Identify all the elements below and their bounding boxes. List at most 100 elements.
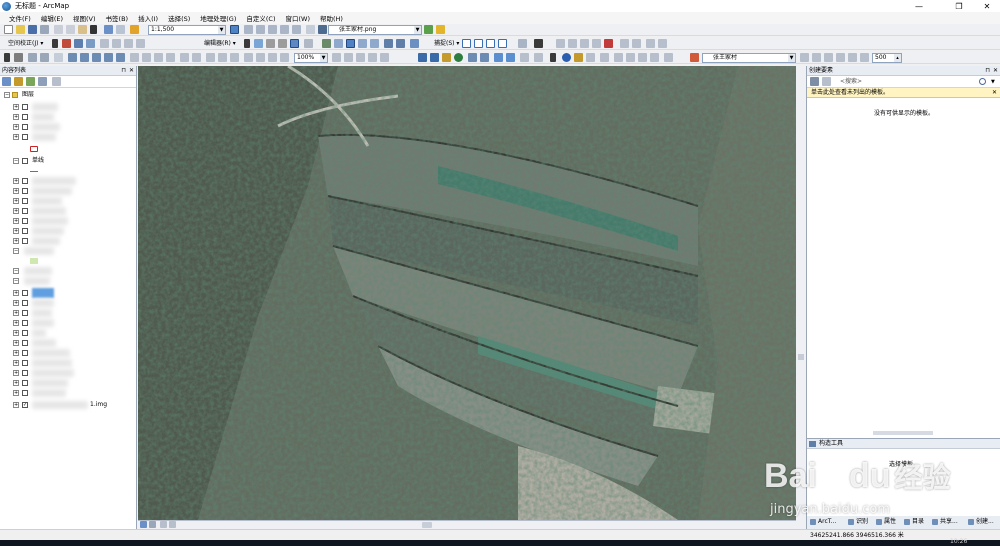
menu-windows[interactable]: 窗口(W): [281, 13, 316, 23]
page-icon[interactable]: [206, 53, 215, 62]
new-document-icon[interactable]: [4, 25, 13, 34]
layer-checkbox[interactable]: [22, 330, 28, 336]
menu-bookmarks[interactable]: 书签(B): [101, 13, 134, 23]
fixed-zoom-out-icon[interactable]: [480, 53, 489, 62]
collapse-icon[interactable]: −: [13, 158, 19, 164]
point-icon[interactable]: [304, 39, 313, 48]
page-width-icon[interactable]: [218, 53, 227, 62]
menu-help[interactable]: 帮助(H): [315, 13, 348, 23]
expand-icon[interactable]: +: [13, 340, 19, 346]
template-search-input[interactable]: <搜索>: [840, 77, 862, 87]
expand-icon[interactable]: +: [13, 380, 19, 386]
expand-icon[interactable]: +: [13, 228, 19, 234]
chevron-down-icon[interactable]: ▼: [991, 77, 995, 87]
create-features-icon[interactable]: [410, 39, 419, 48]
layer-checkbox[interactable]: [22, 208, 28, 214]
distribute-icon[interactable]: [154, 53, 163, 62]
minimize-button[interactable]: —: [906, 0, 932, 12]
previous-extent-icon[interactable]: [494, 53, 503, 62]
layout-extra-icon[interactable]: [380, 53, 389, 62]
expand-icon[interactable]: +: [13, 134, 19, 140]
cut-icon[interactable]: [54, 25, 63, 34]
edit-tool-icon[interactable]: [244, 39, 250, 48]
close-icon[interactable]: ✕: [993, 66, 998, 76]
list-item[interactable]: +: [0, 308, 136, 318]
search-window-icon[interactable]: [268, 25, 277, 34]
georef-layer-combo[interactable]: 张王家村.png ▼: [328, 25, 422, 35]
list-item[interactable]: +: [0, 358, 136, 368]
grid-icon[interactable]: [112, 39, 121, 48]
focus-icon[interactable]: [54, 53, 63, 62]
list-item[interactable]: +: [0, 298, 136, 308]
menu-customize[interactable]: 自定义(C): [241, 13, 280, 23]
layout-grid-icon[interactable]: [130, 53, 139, 62]
expand-icon[interactable]: +: [13, 360, 19, 366]
list-item[interactable]: −: [0, 266, 136, 276]
horizontal-scroll-thumb[interactable]: [422, 522, 432, 528]
list-item[interactable]: +: [0, 368, 136, 378]
layer-checkbox[interactable]: [22, 238, 28, 244]
toc-options-icon[interactable]: [52, 77, 61, 86]
expand-icon[interactable]: +: [13, 238, 19, 244]
layer-checkbox[interactable]: [22, 370, 28, 376]
layer-checkbox[interactable]: [22, 188, 28, 194]
pin-icon[interactable]: ⊓: [121, 66, 126, 76]
clear-selection-icon[interactable]: [534, 53, 543, 62]
attribute-transfer-icon[interactable]: [620, 39, 629, 48]
layer-checkbox[interactable]: [22, 360, 28, 366]
limited-adjust-icon[interactable]: [592, 39, 601, 48]
measure-tool-icon[interactable]: [600, 53, 609, 62]
layer-checkbox[interactable]: [22, 390, 28, 396]
list-item[interactable]: +: [0, 176, 136, 186]
select-element-icon[interactable]: [550, 53, 556, 62]
fixed-zoom-in-icon[interactable]: [468, 53, 477, 62]
layer-checkbox[interactable]: [22, 300, 28, 306]
collapse-icon[interactable]: −: [13, 278, 19, 284]
toggle-draft-icon[interactable]: [332, 53, 341, 62]
next-extent-icon[interactable]: [506, 53, 515, 62]
expand-icon[interactable]: +: [13, 104, 19, 110]
paste-icon[interactable]: [78, 25, 87, 34]
layout-zoom-out-icon[interactable]: [256, 53, 265, 62]
layer-checkbox[interactable]: [22, 310, 28, 316]
search-icon[interactable]: [979, 78, 986, 85]
list-item[interactable]: +: [0, 132, 136, 142]
distance-combo[interactable]: 500 ▴: [872, 53, 902, 63]
tab-arctoolbox[interactable]: ArcT...: [809, 517, 836, 527]
hyperlink-icon[interactable]: [574, 53, 583, 62]
layout-zoom-combo[interactable]: 100% ▼: [294, 53, 328, 63]
list-by-visibility-icon[interactable]: [26, 77, 35, 86]
list-item[interactable]: +: [0, 328, 136, 338]
list-item[interactable]: +: [0, 216, 136, 226]
redo-icon[interactable]: [116, 25, 125, 34]
expand-icon[interactable]: +: [13, 320, 19, 326]
group-icon[interactable]: [166, 53, 175, 62]
close-button[interactable]: ✕: [974, 0, 1000, 12]
attributes-icon[interactable]: [384, 39, 393, 48]
expand-icon[interactable]: +: [13, 290, 19, 296]
menu-edit[interactable]: 编辑(E): [36, 13, 68, 23]
layer-checkbox[interactable]: ✓: [22, 402, 28, 408]
transparency-icon[interactable]: [824, 53, 833, 62]
add-data-icon[interactable]: [130, 25, 139, 34]
collapse-icon[interactable]: −: [13, 268, 19, 274]
menu-geoprocessing[interactable]: 地理处理(G): [195, 13, 241, 23]
goto-xy-icon[interactable]: [638, 53, 647, 62]
trace-icon[interactable]: [290, 39, 299, 48]
panel-resize-grip[interactable]: [873, 431, 933, 435]
layout-fixed-out-icon[interactable]: [280, 53, 289, 62]
layout-view-icon[interactable]: [149, 521, 156, 528]
rotate-feature-icon[interactable]: [370, 39, 379, 48]
view-link-icon[interactable]: [124, 39, 133, 48]
list-item[interactable]: +: [0, 388, 136, 398]
list-item[interactable]: +: [0, 186, 136, 196]
tree-root[interactable]: − 图层: [0, 90, 136, 100]
expand-icon[interactable]: +: [13, 350, 19, 356]
list-item[interactable]: +: [0, 102, 136, 112]
list-item[interactable]: +: [0, 112, 136, 122]
vertex-snapping-icon[interactable]: [486, 39, 495, 48]
target-layer-combo[interactable]: 张王家村 ▼: [702, 53, 796, 63]
pane-splitter[interactable]: [796, 66, 806, 529]
pan-icon[interactable]: [442, 53, 451, 62]
organize-templates-icon[interactable]: [810, 77, 819, 86]
